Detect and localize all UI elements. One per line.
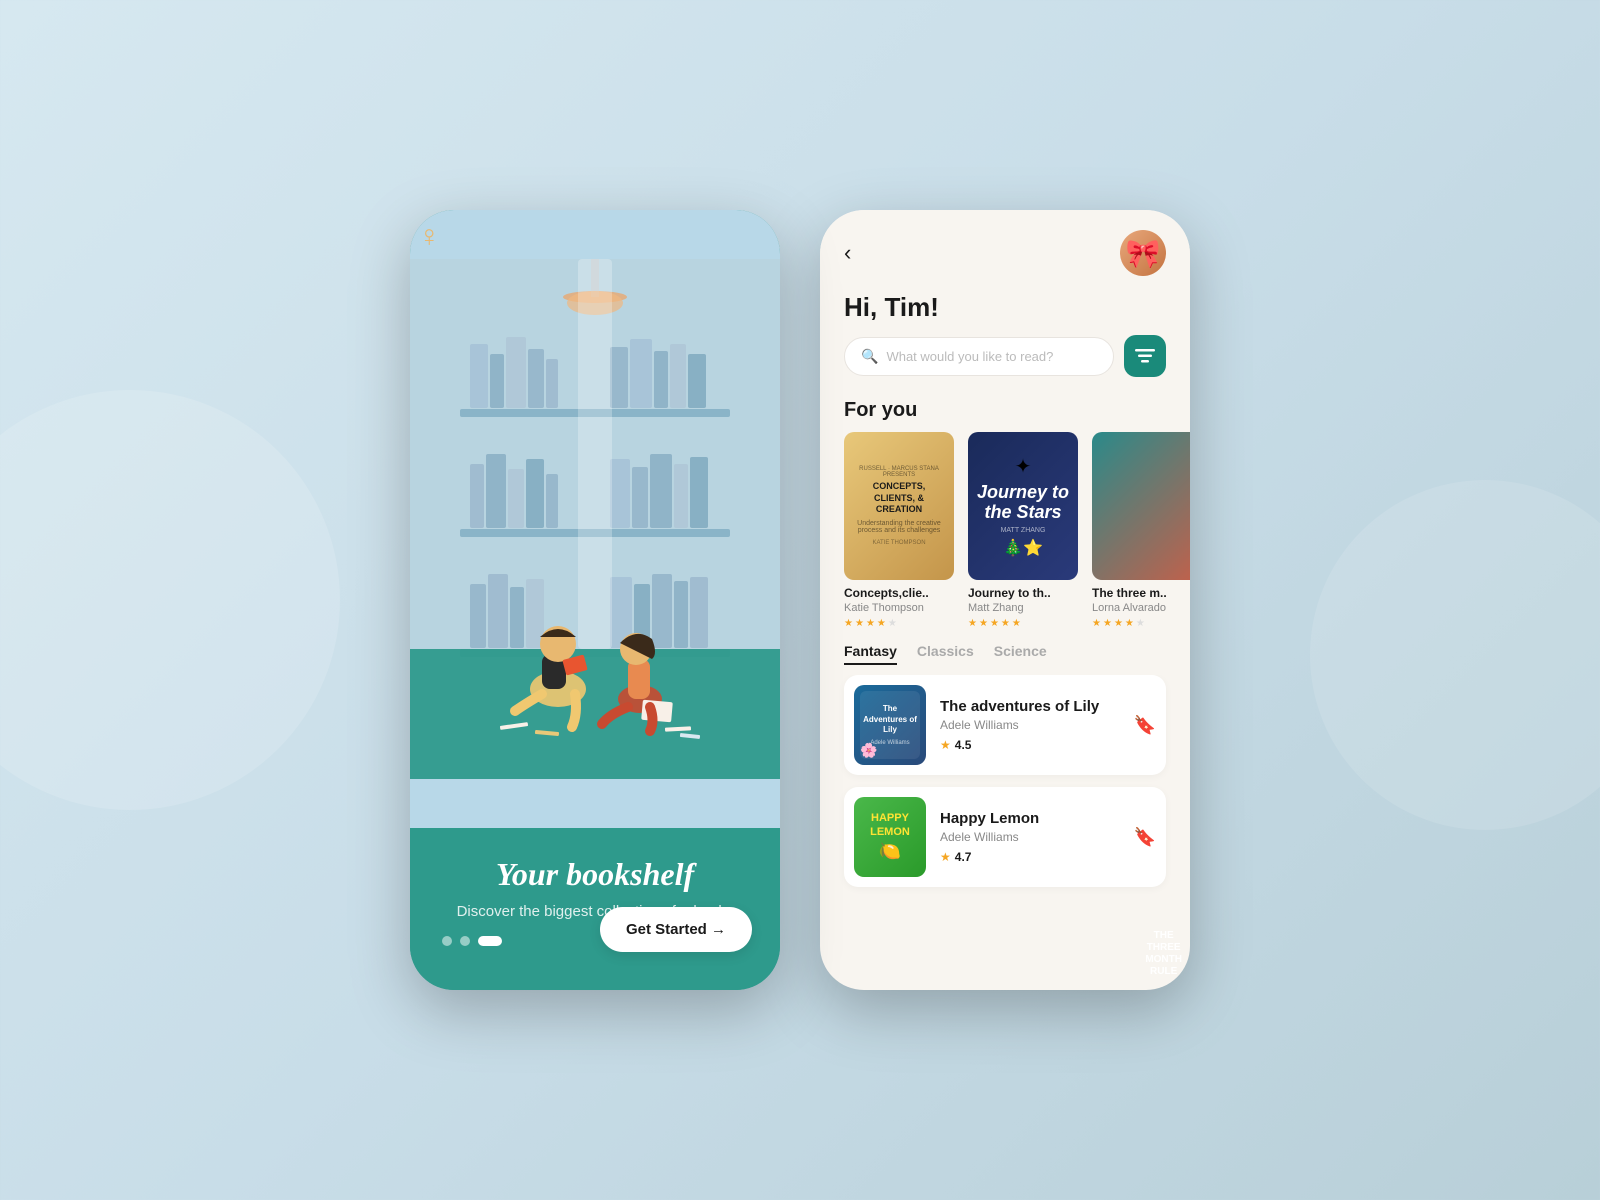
dot-3-active	[478, 936, 502, 946]
lemon-cover-inner: HAPPYLEMON 🍋	[854, 797, 926, 877]
bg-decoration-right	[1310, 480, 1600, 830]
star-2-2: ★	[979, 618, 988, 629]
search-row: 🔍 What would you like to read?	[820, 335, 1190, 393]
book-name-3: The three m..	[1092, 586, 1190, 600]
dot-1	[442, 936, 452, 946]
lemon-decoration: 🍋	[870, 841, 910, 862]
lily-info: The adventures of Lily Adele Williams ★ …	[940, 698, 1120, 752]
tab-fantasy[interactable]: Fantasy	[844, 643, 897, 665]
cover-author-label-1: KATIE THOMPSON	[854, 540, 944, 546]
for-you-scroll: RUSSELL · MARCUS STANA PRESENTS CONCEPTS…	[820, 432, 1190, 629]
journey-title: Journey to the Stars	[976, 483, 1070, 523]
lemon-star: ★	[940, 850, 951, 864]
lemon-rating-num: 4.7	[955, 850, 972, 864]
lily-author: Adele Williams	[940, 718, 1120, 732]
avatar[interactable]: 🎀	[1120, 230, 1166, 276]
book-cover-journey: ✦ Journey to the Stars MATT ZHANG 🎄⭐	[968, 432, 1078, 580]
book-stars-3: ★ ★ ★ ★ ★	[1092, 618, 1190, 629]
tab-classics[interactable]: Classics	[917, 643, 974, 665]
tab-science[interactable]: Science	[994, 643, 1047, 665]
search-input-container[interactable]: 🔍 What would you like to read?	[844, 337, 1114, 376]
lily-decoration: 🌸	[860, 742, 877, 759]
category-tabs: Fantasy Classics Science	[820, 629, 1190, 675]
back-button[interactable]: ‹	[844, 240, 851, 266]
lemon-author: Adele Williams	[940, 830, 1120, 844]
pagination-dots	[442, 936, 502, 946]
lily-bookmark-button[interactable]: 🔖	[1134, 715, 1156, 736]
avatar-emoji: 🎀	[1126, 237, 1161, 270]
star-1-3: ★	[866, 618, 875, 629]
lemon-rating: ★ 4.7	[940, 850, 1120, 864]
book-author-1: Katie Thompson	[844, 602, 954, 614]
lemon-title: Happy Lemon	[940, 810, 1120, 827]
search-placeholder: What would you like to read?	[886, 349, 1053, 364]
star-1-1: ★	[844, 618, 853, 629]
book-stars-1: ★ ★ ★ ★ ★	[844, 618, 954, 629]
filter-icon	[1135, 349, 1155, 363]
book-cover-concepts: RUSSELL · MARCUS STANA PRESENTS CONCEPTS…	[844, 432, 954, 580]
lemon-cover: HAPPYLEMON 🍋	[854, 797, 926, 877]
star-2-3: ★	[990, 618, 999, 629]
book-card-2[interactable]: ✦ Journey to the Stars MATT ZHANG 🎄⭐ Jou…	[968, 432, 1078, 629]
for-you-section-title: For you	[820, 393, 1190, 432]
book-card-3[interactable]: THETHREEMONTHRULE ♀ The three m.. Lorna …	[1092, 432, 1190, 629]
filter-button[interactable]	[1124, 335, 1166, 377]
book-cover-three-month: THETHREEMONTHRULE ♀	[1092, 432, 1190, 580]
lily-star: ★	[940, 738, 951, 752]
star-1-2: ★	[855, 618, 864, 629]
lemon-bookmark-button[interactable]: 🔖	[1134, 827, 1156, 848]
phone-left: Your bookshelf Discover the biggest coll…	[410, 210, 780, 990]
get-started-button[interactable]: Get Started →	[600, 907, 752, 952]
star-3-2: ★	[1103, 618, 1112, 629]
book-list: The Adventures of Lily Adele Williams 🌸 …	[820, 675, 1190, 990]
journey-decoration: 🎄⭐	[976, 538, 1070, 558]
app-header: ‹ 🎀	[820, 210, 1190, 276]
phones-container: Your bookshelf Discover the biggest coll…	[410, 210, 1190, 990]
list-item-lily[interactable]: The Adventures of Lily Adele Williams 🌸 …	[844, 675, 1166, 775]
search-icon: 🔍	[861, 348, 878, 365]
journey-author: MATT ZHANG	[976, 527, 1070, 534]
lemon-cover-title: HAPPYLEMON	[870, 812, 910, 838]
star-3-5: ★	[1136, 618, 1145, 629]
lily-rating: ★ 4.5	[940, 738, 1120, 752]
book-card-1[interactable]: RUSSELL · MARCUS STANA PRESENTS CONCEPTS…	[844, 432, 954, 629]
cover-subtitle-1: Understanding the creative process and i…	[854, 520, 944, 534]
lily-cover: The Adventures of Lily Adele Williams 🌸	[854, 685, 926, 765]
phone-right: ‹ 🎀 Hi, Tim! 🔍 What would you like to re…	[820, 210, 1190, 990]
star-1-4: ★	[877, 618, 886, 629]
lemon-info: Happy Lemon Adele Williams ★ 4.7	[940, 810, 1120, 864]
book-name-2: Journey to th..	[968, 586, 1078, 600]
cover-title-1: CONCEPTS, CLIENTS, & CREATION	[854, 481, 944, 516]
cover-star-icon: ✦	[976, 454, 1070, 479]
lily-title: The adventures of Lily	[940, 698, 1120, 715]
dot-2	[460, 936, 470, 946]
cover-label: RUSSELL · MARCUS STANA PRESENTS	[854, 466, 944, 478]
star-3-1: ★	[1092, 618, 1101, 629]
bookshelf-illustration	[410, 210, 780, 828]
greeting-text: Hi, Tim!	[820, 276, 1190, 335]
left-phone-bottom: Your bookshelf Discover the biggest coll…	[410, 828, 780, 990]
book-stars-2: ★ ★ ★ ★ ★	[968, 618, 1078, 629]
list-item-lemon[interactable]: HAPPYLEMON 🍋 Happy Lemon Adele Williams …	[844, 787, 1166, 887]
shelf-svg	[410, 210, 780, 828]
book-author-2: Matt Zhang	[968, 602, 1078, 614]
book-author-3: Lorna Alvarado	[1092, 602, 1190, 614]
star-2-5: ★	[1012, 618, 1021, 629]
star-2-4: ★	[1001, 618, 1010, 629]
star-1-5: ★	[888, 618, 897, 629]
star-3-4: ★	[1125, 618, 1134, 629]
star-2-1: ★	[968, 618, 977, 629]
star-3-3: ★	[1114, 618, 1123, 629]
lily-cover-inner: The Adventures of Lily Adele Williams 🌸	[854, 685, 926, 765]
bg-decoration-left	[0, 390, 340, 810]
lily-rating-num: 4.5	[955, 738, 972, 752]
bookshelf-tagline: Your bookshelf	[442, 856, 748, 893]
book-name-1: Concepts,clie..	[844, 586, 954, 600]
